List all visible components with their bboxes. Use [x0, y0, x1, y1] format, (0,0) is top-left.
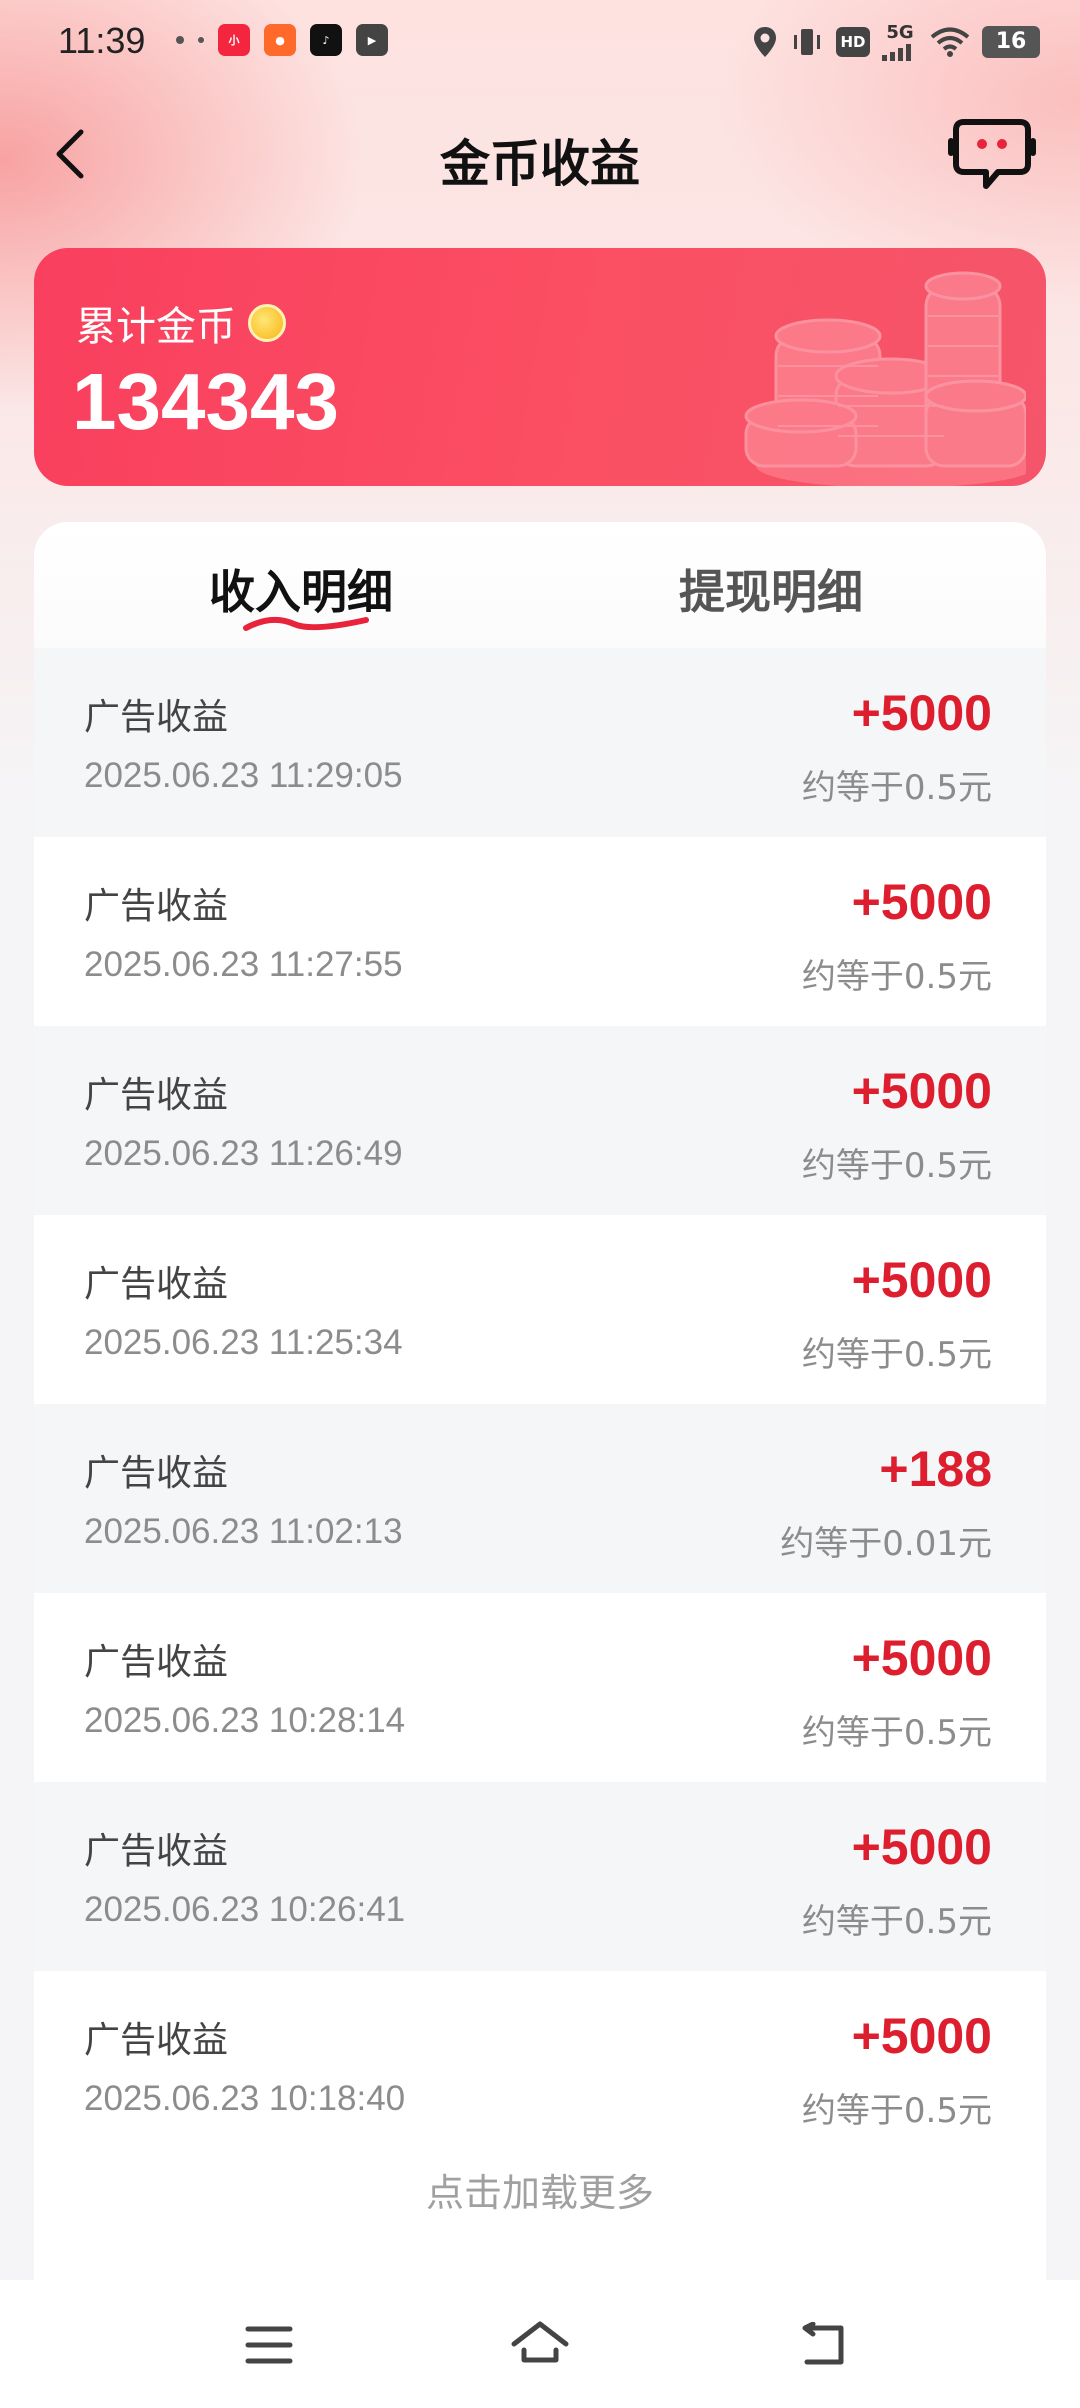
hd-icon: HD — [836, 26, 870, 57]
status-time: 11:39 — [58, 20, 146, 61]
record-time: 2025.06.23 11:26:49 — [84, 1134, 403, 1173]
record-amount: +5000 — [851, 1252, 992, 1308]
record-approx-value: 约等于0.5元 — [801, 1146, 992, 1186]
network-type: 5G — [886, 22, 914, 43]
record-type: 广告收益 — [84, 886, 229, 927]
record-amount: +188 — [879, 1441, 992, 1497]
taobao-app-icon: ● — [264, 24, 296, 56]
record-row: 广告收益 2025.06.23 10:26:41 +5000 约等于0.5元 — [34, 1782, 1046, 1971]
record-approx-value: 约等于0.5元 — [801, 957, 992, 997]
recent-apps-button[interactable] — [234, 2310, 304, 2380]
header: 金币收益 — [0, 100, 1080, 210]
small-dot-icon — [198, 37, 204, 43]
coins-stack-illustration — [744, 271, 1026, 486]
load-more-button[interactable]: 点击加载更多 — [34, 2162, 1046, 2217]
record-type: 广告收益 — [84, 1264, 229, 1305]
summary-label: 累计金币 — [76, 304, 236, 350]
xiaohongshu-app-icon: 小 — [218, 24, 250, 56]
active-tab-indicator — [243, 616, 369, 631]
battery-level: 16 — [995, 29, 1027, 54]
coin-summary-card: 累计金币 134343 — [34, 248, 1046, 486]
battery-icon: 16 — [982, 25, 1040, 58]
menu-icon — [245, 2326, 293, 2364]
record-type: 广告收益 — [84, 1831, 229, 1872]
record-time: 2025.06.23 11:25:34 — [84, 1323, 403, 1362]
system-nav-bar — [0, 2280, 1080, 2408]
page-title: 金币收益 — [440, 135, 640, 193]
record-row: 广告收益 2025.06.23 11:27:55 +5000 约等于0.5元 — [34, 837, 1046, 1026]
coin-icon — [248, 304, 286, 342]
record-type: 广告收益 — [84, 1642, 229, 1683]
record-type: 广告收益 — [84, 697, 229, 738]
record-time: 2025.06.23 11:02:13 — [84, 1512, 403, 1551]
system-back-button[interactable] — [788, 2310, 858, 2380]
hd-label: HD — [840, 32, 866, 51]
record-approx-value: 约等于0.5元 — [801, 768, 992, 808]
signal-icon — [882, 44, 911, 61]
vibrate-icon — [794, 28, 820, 55]
record-row: 广告收益 2025.06.23 11:29:05 +5000 约等于0.5元 — [34, 648, 1046, 837]
record-time: 2025.06.23 11:27:55 — [84, 945, 403, 984]
record-type: 广告收益 — [84, 2020, 229, 2061]
tiktok-app-icon: ♪ — [310, 24, 342, 56]
record-approx-value: 约等于0.01元 — [780, 1524, 992, 1564]
back-gesture-icon — [802, 2322, 844, 2365]
record-row: 广告收益 2025.06.23 10:18:40 +5000 约等于0.5元 — [34, 1971, 1046, 2160]
record-time: 2025.06.23 10:18:40 — [84, 2079, 406, 2118]
record-amount: +5000 — [851, 2008, 992, 2064]
record-amount: +5000 — [851, 1819, 992, 1875]
record-amount: +5000 — [851, 874, 992, 930]
record-amount: +5000 — [851, 1063, 992, 1119]
home-button[interactable] — [505, 2310, 575, 2380]
record-row: 广告收益 2025.06.23 11:02:13 +188 约等于0.01元 — [34, 1404, 1046, 1593]
status-bar: 11:39 小 ● ♪ ▶ HD 5G 16 — [0, 0, 1080, 84]
detail-panel: 收入明细 提现明细 广告收益 2025.06.23 11:29:05 +5000… — [34, 522, 1046, 2282]
record-type: 广告收益 — [84, 1453, 229, 1494]
record-amount: +5000 — [851, 685, 992, 741]
record-approx-value: 约等于0.5元 — [801, 2091, 992, 2131]
signal-group: 5G — [882, 22, 918, 61]
record-time: 2025.06.23 11:29:05 — [84, 756, 403, 795]
record-amount: +5000 — [851, 1630, 992, 1686]
record-approx-value: 约等于0.5元 — [801, 1902, 992, 1942]
total-coins: 134343 — [72, 357, 339, 446]
summary-label-row: 累计金币 — [76, 294, 286, 352]
location-icon — [754, 26, 776, 57]
record-type: 广告收益 — [84, 1075, 229, 1116]
notification-icons: 小 ● ♪ ▶ — [176, 24, 388, 56]
video-app-icon: ▶ — [356, 24, 388, 56]
tab-bar: 收入明细 提现明细 — [34, 522, 1046, 648]
customer-service-icon — [948, 119, 1036, 189]
record-row: 广告收益 2025.06.23 11:25:34 +5000 约等于0.5元 — [34, 1215, 1046, 1404]
record-approx-value: 约等于0.5元 — [801, 1713, 992, 1753]
wifi-icon — [930, 27, 970, 57]
record-time: 2025.06.23 10:28:14 — [84, 1701, 406, 1740]
small-dot-icon — [176, 36, 184, 44]
record-row: 广告收益 2025.06.23 10:28:14 +5000 约等于0.5元 — [34, 1593, 1046, 1782]
tab-withdraw-detail[interactable]: 提现明细 — [679, 556, 863, 622]
customer-service-button[interactable] — [946, 112, 1038, 198]
status-right: HD 5G 16 — [752, 22, 1040, 61]
record-approx-value: 约等于0.5元 — [801, 1335, 992, 1375]
record-time: 2025.06.23 10:26:41 — [84, 1890, 406, 1929]
home-icon — [511, 2321, 569, 2363]
record-row: 广告收益 2025.06.23 11:26:49 +5000 约等于0.5元 — [34, 1026, 1046, 1215]
